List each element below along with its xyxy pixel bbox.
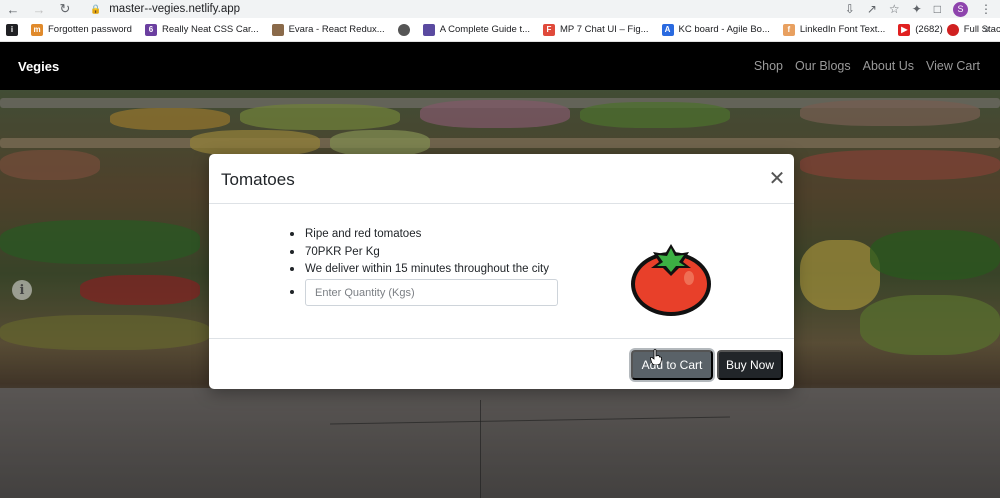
bookmark-item[interactable]: F MP 7 Chat UI – Fig... xyxy=(543,23,649,36)
fonts-icon: f xyxy=(782,23,795,36)
product-modal: Tomatoes ✕ Ripe and red tomatoes 70PKR P… xyxy=(209,154,794,389)
bookmark-item[interactable]: Evara - React Redux... xyxy=(271,23,385,36)
share-icon[interactable]: ↗ xyxy=(867,2,877,16)
nav-link-about[interactable]: About Us xyxy=(863,59,914,73)
bookmark-item[interactable]: m Forgotten password xyxy=(31,23,132,36)
star-icon[interactable]: ☆ xyxy=(889,2,900,16)
bookmark-item[interactable]: ▶ (2682) xyxy=(898,23,943,36)
page-icon xyxy=(422,23,435,36)
modal-header: Tomatoes ✕ xyxy=(209,154,794,204)
nav-link-shop[interactable]: Shop xyxy=(754,59,783,73)
modal-footer: Add to Cart Buy Now xyxy=(209,338,794,389)
bookmark-item[interactable]: Full Stack... xyxy=(946,23,1000,36)
list-item: Ripe and red tomatoes xyxy=(287,226,549,244)
apps-icon: i xyxy=(6,23,18,36)
hand-cursor-icon xyxy=(650,349,662,365)
extensions-icon[interactable]: ✦ xyxy=(912,2,922,16)
profile-avatar[interactable]: S xyxy=(953,1,968,17)
nav-link-cart[interactable]: View Cart xyxy=(926,59,980,73)
list-item: We deliver within 15 minutes throughout … xyxy=(287,261,549,279)
facebook-icon: m xyxy=(31,23,43,36)
info-icon[interactable]: i xyxy=(12,280,32,300)
back-arrow-icon[interactable]: ← xyxy=(0,0,26,18)
address-bar[interactable]: 🔒 master--vegies.netlify.app xyxy=(90,0,240,18)
figma-icon: F xyxy=(543,23,555,36)
menu-kebab-icon[interactable]: ⋮ xyxy=(980,2,992,16)
tomato-icon xyxy=(631,244,711,316)
youtube-icon: ▶ xyxy=(898,23,911,36)
sidebar-icon[interactable]: □ xyxy=(934,2,941,16)
chevron-more-icon[interactable]: » xyxy=(983,22,990,36)
list-bullet xyxy=(290,290,294,294)
browser-actions: ⇩ ↗ ☆ ✦ □ S ⋮ xyxy=(845,0,992,18)
bookmark-item[interactable]: f LinkedIn Font Text... xyxy=(782,23,885,36)
modal-title: Tomatoes xyxy=(221,170,295,189)
download-icon[interactable]: ⇩ xyxy=(845,2,855,16)
close-icon[interactable]: ✕ xyxy=(767,168,787,190)
bookmarks-bar: i m Forgotten password 6 Really Neat CSS… xyxy=(0,18,1000,42)
quantity-input[interactable] xyxy=(305,279,558,306)
browser-toolbar: ← → ↻ 🔒 master--vegies.netlify.app ⇩ ↗ ☆… xyxy=(0,0,1000,18)
reload-icon[interactable]: ↻ xyxy=(52,0,78,18)
bookmark-apps[interactable]: i xyxy=(6,23,18,36)
image-icon xyxy=(271,23,284,36)
buy-now-button[interactable]: Buy Now xyxy=(717,350,783,380)
site-navbar: Vegies Shop Our Blogs About Us View Cart xyxy=(0,42,1000,90)
lock-icon: 🔒 xyxy=(90,3,102,14)
record-icon xyxy=(946,23,959,36)
nav-links: Shop Our Blogs About Us View Cart xyxy=(754,59,980,73)
bookmark-item[interactable]: 6 Really Neat CSS Car... xyxy=(144,23,259,36)
atlassian-icon: A xyxy=(661,23,674,36)
bookmark-item[interactable] xyxy=(397,23,410,36)
url-text: master--vegies.netlify.app xyxy=(109,3,241,15)
brand-logo[interactable]: Vegies xyxy=(18,59,59,74)
bookmark-item[interactable]: A Complete Guide t... xyxy=(422,23,530,36)
globe-icon xyxy=(397,23,410,36)
codepen-icon: 6 xyxy=(144,23,157,36)
forward-arrow-icon[interactable]: → xyxy=(26,0,52,18)
add-to-cart-button[interactable]: Add to Cart xyxy=(631,350,713,380)
nav-link-blogs[interactable]: Our Blogs xyxy=(795,59,851,73)
list-item: 70PKR Per Kg xyxy=(287,244,549,262)
bookmark-item[interactable]: A KC board - Agile Bo... xyxy=(661,23,770,36)
product-details-list: Ripe and red tomatoes 70PKR Per Kg We de… xyxy=(287,226,549,279)
